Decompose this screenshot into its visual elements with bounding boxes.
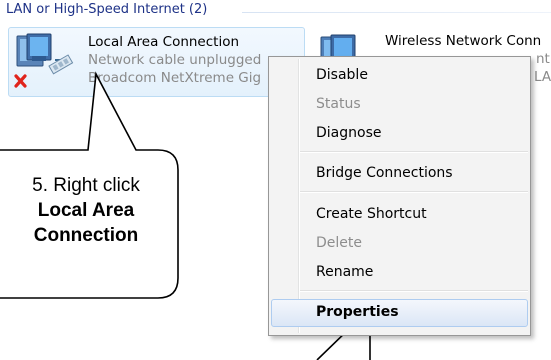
context-menu: Disable Status Diagnose Bridge Connectio… bbox=[268, 56, 531, 336]
menu-separator bbox=[300, 151, 528, 153]
menu-separator bbox=[300, 191, 528, 193]
callout-line-3: Connection bbox=[33, 225, 139, 246]
menu-item-create-shortcut[interactable]: Create Shortcut bbox=[271, 201, 528, 227]
menu-item-diagnose[interactable]: Diagnose bbox=[271, 120, 528, 146]
menu-item-rename[interactable]: Rename bbox=[271, 259, 528, 285]
callout-line-2: Local Area bbox=[37, 200, 135, 221]
menu-separator bbox=[300, 290, 528, 292]
callout-text: 5. Right click Local Area Connection bbox=[0, 173, 176, 248]
callout-line-1: 5. Right click bbox=[32, 175, 140, 196]
menu-item-delete: Delete bbox=[316, 235, 362, 251]
menu-item-bridge-connections[interactable]: Bridge Connections bbox=[271, 160, 528, 186]
menu-item-properties[interactable]: Properties bbox=[271, 299, 528, 327]
menu-item-disable[interactable]: Disable bbox=[271, 62, 528, 88]
menu-item-status: Status bbox=[316, 96, 361, 112]
